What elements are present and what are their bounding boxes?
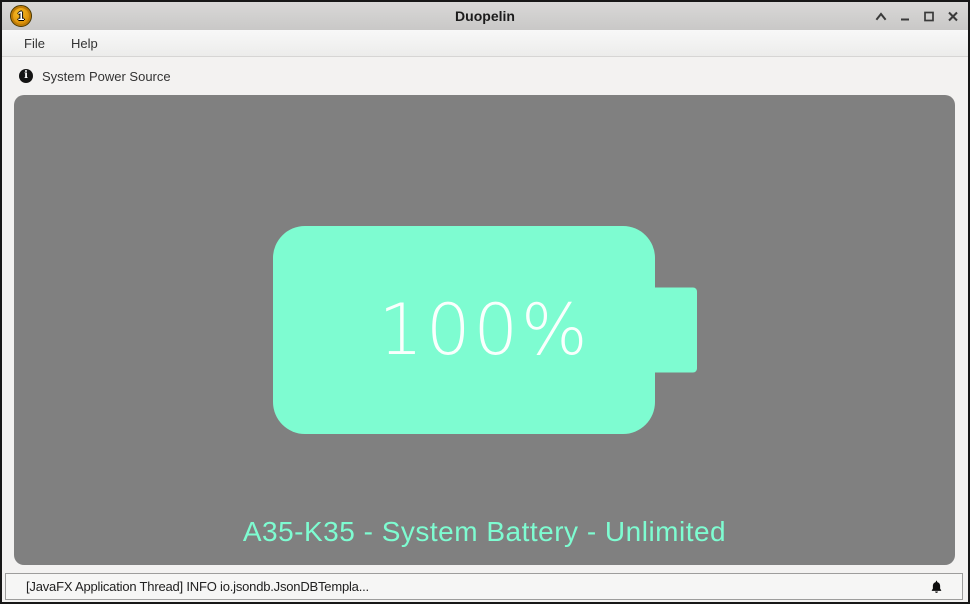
window-controls <box>873 9 960 24</box>
info-row: i System Power Source <box>2 62 968 90</box>
menu-help[interactable]: Help <box>69 33 100 54</box>
battery-caption: A35-K35 - System Battery - Unlimited <box>242 516 727 547</box>
power-source-label: System Power Source <box>42 68 171 84</box>
bell-icon[interactable] <box>928 579 944 595</box>
shade-icon[interactable] <box>873 9 888 24</box>
battery-panel: 100% A35-K35 - System Battery - Unlimite… <box>14 95 955 565</box>
battery-graphic: 100% <box>272 226 697 434</box>
menu-file[interactable]: File <box>22 33 47 54</box>
title-bar: 1 Duopelin <box>2 2 968 30</box>
battery-percent-label: 100% <box>378 289 591 371</box>
info-icon-glyph: i <box>24 70 28 81</box>
info-circle-icon: i <box>19 69 33 83</box>
close-icon[interactable] <box>945 9 960 24</box>
status-bar: [JavaFX Application Thread] INFO io.json… <box>5 573 963 600</box>
status-message: [JavaFX Application Thread] INFO io.json… <box>26 579 369 594</box>
menu-bar: File Help <box>2 30 968 57</box>
app-window: 1 Duopelin File Help i System Power Sour… <box>0 0 970 604</box>
window-title: Duopelin <box>455 8 515 24</box>
maximize-icon[interactable] <box>921 9 936 24</box>
minimize-icon[interactable] <box>897 9 912 24</box>
